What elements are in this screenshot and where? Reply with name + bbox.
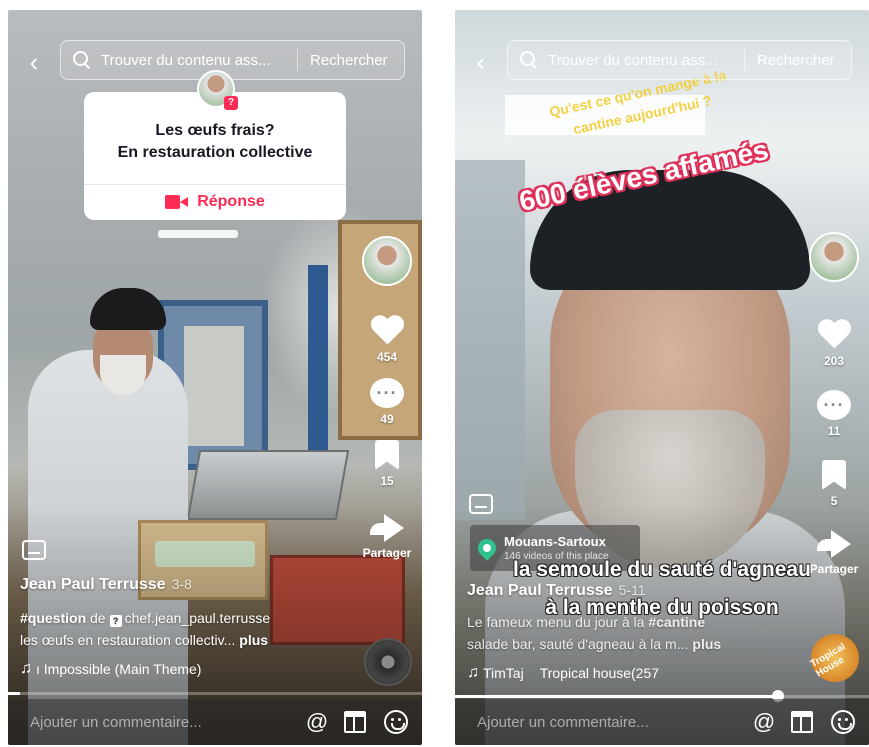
search-divider xyxy=(297,49,298,71)
search-bar[interactable]: Trouver du contenu ass... Rechercher xyxy=(507,40,852,80)
chef-hat xyxy=(90,288,166,330)
post-date: 3-8 xyxy=(171,576,192,592)
comment-bar: Ajouter un commentaire... @ xyxy=(455,699,869,745)
video-right[interactable]: Qu'est ce qu'on mange à la cantine aujou… xyxy=(455,10,869,745)
mention-icon[interactable]: @ xyxy=(304,709,330,735)
creator-avatar[interactable] xyxy=(809,232,859,282)
comment-input[interactable]: Ajouter un commentaire... xyxy=(477,714,751,731)
location-pin-icon xyxy=(474,535,500,561)
gift-icon[interactable] xyxy=(344,711,366,733)
emoji-icon[interactable] xyxy=(384,710,408,734)
bookmark-icon xyxy=(822,460,846,490)
more-link[interactable]: plus xyxy=(692,636,721,652)
comment-button[interactable]: ··· 11 xyxy=(807,390,861,438)
emoji-icon[interactable] xyxy=(831,710,855,734)
heart-icon xyxy=(817,320,851,350)
question-title: Les œufs frais? En restauration collecti… xyxy=(117,122,313,161)
gift-icon[interactable] xyxy=(791,711,813,733)
music-artist: TimTaj xyxy=(483,665,524,681)
search-button[interactable]: Rechercher xyxy=(757,52,835,69)
progress-fill xyxy=(455,695,778,698)
author-line[interactable]: Jean Paul Terrusse 3-8 xyxy=(20,576,192,594)
music-title: ı Impossible (Main Theme) xyxy=(36,661,202,677)
music-note-icon: ♫ xyxy=(467,664,479,681)
hashtag-cantine[interactable]: #cantine xyxy=(648,614,705,630)
back-icon: ‹ xyxy=(29,46,39,77)
description-line-1: Le fameux menu du jour à la #cantine xyxy=(467,614,706,630)
question-badge-icon: ? xyxy=(224,96,238,110)
search-icon xyxy=(520,51,538,69)
action-rail: 454 ··· 49 15 Partager xyxy=(360,236,414,560)
save-button[interactable]: 15 xyxy=(360,440,414,488)
more-link[interactable]: plus xyxy=(239,632,268,648)
music-title: Tropical house(257 xyxy=(539,665,660,681)
like-button[interactable]: 454 xyxy=(360,316,414,364)
description-line-1: #question de? chef.jean_paul.terrusse xyxy=(20,610,271,627)
creator-avatar[interactable] xyxy=(362,236,412,286)
mention-icon[interactable]: @ xyxy=(751,709,777,735)
save-count: 15 xyxy=(380,474,394,488)
search-button[interactable]: Rechercher xyxy=(310,52,388,69)
like-button[interactable]: 203 xyxy=(807,320,861,368)
comment-count: 11 xyxy=(827,424,841,438)
comment-input[interactable]: Ajouter un commentaire... xyxy=(30,714,304,731)
like-count: 203 xyxy=(823,354,845,368)
video-camera-icon xyxy=(165,195,189,209)
share-icon xyxy=(370,514,404,542)
captions-icon[interactable] xyxy=(22,540,46,560)
save-button[interactable]: 5 xyxy=(807,460,861,508)
search-input[interactable]: Trouver du contenu ass... xyxy=(101,52,291,69)
reply-button[interactable]: Réponse xyxy=(84,190,346,214)
subtitle-line-1: la semoule du sauté d'agneau xyxy=(513,558,811,581)
ceiling-light xyxy=(158,230,238,238)
back-button[interactable]: ‹ xyxy=(469,46,493,77)
comment-icon: ··· xyxy=(370,378,404,408)
heart-icon xyxy=(370,316,404,346)
progress-bar[interactable] xyxy=(455,690,869,702)
description-line-2: les œufs en restauration collectiv... plu… xyxy=(20,632,269,648)
hashtag-question[interactable]: #question xyxy=(20,610,86,626)
music-note-icon: ♫ xyxy=(20,660,32,677)
back-icon: ‹ xyxy=(476,46,486,77)
question-card[interactable]: ? Les œufs frais? En restauration collec… xyxy=(84,70,346,220)
blue-door xyxy=(308,265,328,475)
comment-icon: ··· xyxy=(817,390,851,420)
share-icon xyxy=(817,530,851,558)
progress-bar[interactable] xyxy=(8,692,422,695)
progress-fill xyxy=(8,692,21,695)
disc-label: Tropical House xyxy=(808,641,848,680)
video-left[interactable]: ‹ Trouver du contenu ass... Rechercher ?… xyxy=(8,10,422,745)
share-button[interactable]: Partager xyxy=(360,514,414,560)
action-rail: 203 ··· 11 5 Partager xyxy=(807,232,861,576)
back-button[interactable]: ‹ xyxy=(22,46,46,77)
description-line-2: salade bar, sauté d'agneau à la m... plus xyxy=(467,636,722,652)
music-disc[interactable] xyxy=(364,638,412,686)
search-bar[interactable]: Trouver du contenu ass... Rechercher xyxy=(60,40,405,80)
search-divider xyxy=(744,49,745,71)
search-icon xyxy=(73,51,91,69)
question-tag-icon: ? xyxy=(109,615,122,627)
bookmark-icon xyxy=(375,440,399,470)
kitchen-shelves xyxy=(455,160,525,520)
location-name: Mouans-Sartoux xyxy=(504,534,606,549)
music-line[interactable]: ♫ TimTaj Tropical house(257 xyxy=(467,664,659,682)
save-count: 5 xyxy=(830,494,838,508)
comment-count: 49 xyxy=(380,412,394,426)
comment-button[interactable]: ··· 49 xyxy=(360,378,414,426)
divider xyxy=(84,184,346,185)
like-count: 454 xyxy=(376,350,398,364)
search-input[interactable]: Trouver du contenu ass... xyxy=(548,52,738,69)
author-name[interactable]: Jean Paul Terrusse xyxy=(20,576,166,593)
comment-bar: Ajouter un commentaire... @ xyxy=(8,699,422,745)
music-line[interactable]: ♫ ı Impossible (Main Theme) xyxy=(20,660,201,678)
share-label: Partager xyxy=(362,546,412,560)
mention-link[interactable]: chef.jean_paul.terrusse xyxy=(125,610,271,626)
captions-icon[interactable] xyxy=(469,494,493,514)
